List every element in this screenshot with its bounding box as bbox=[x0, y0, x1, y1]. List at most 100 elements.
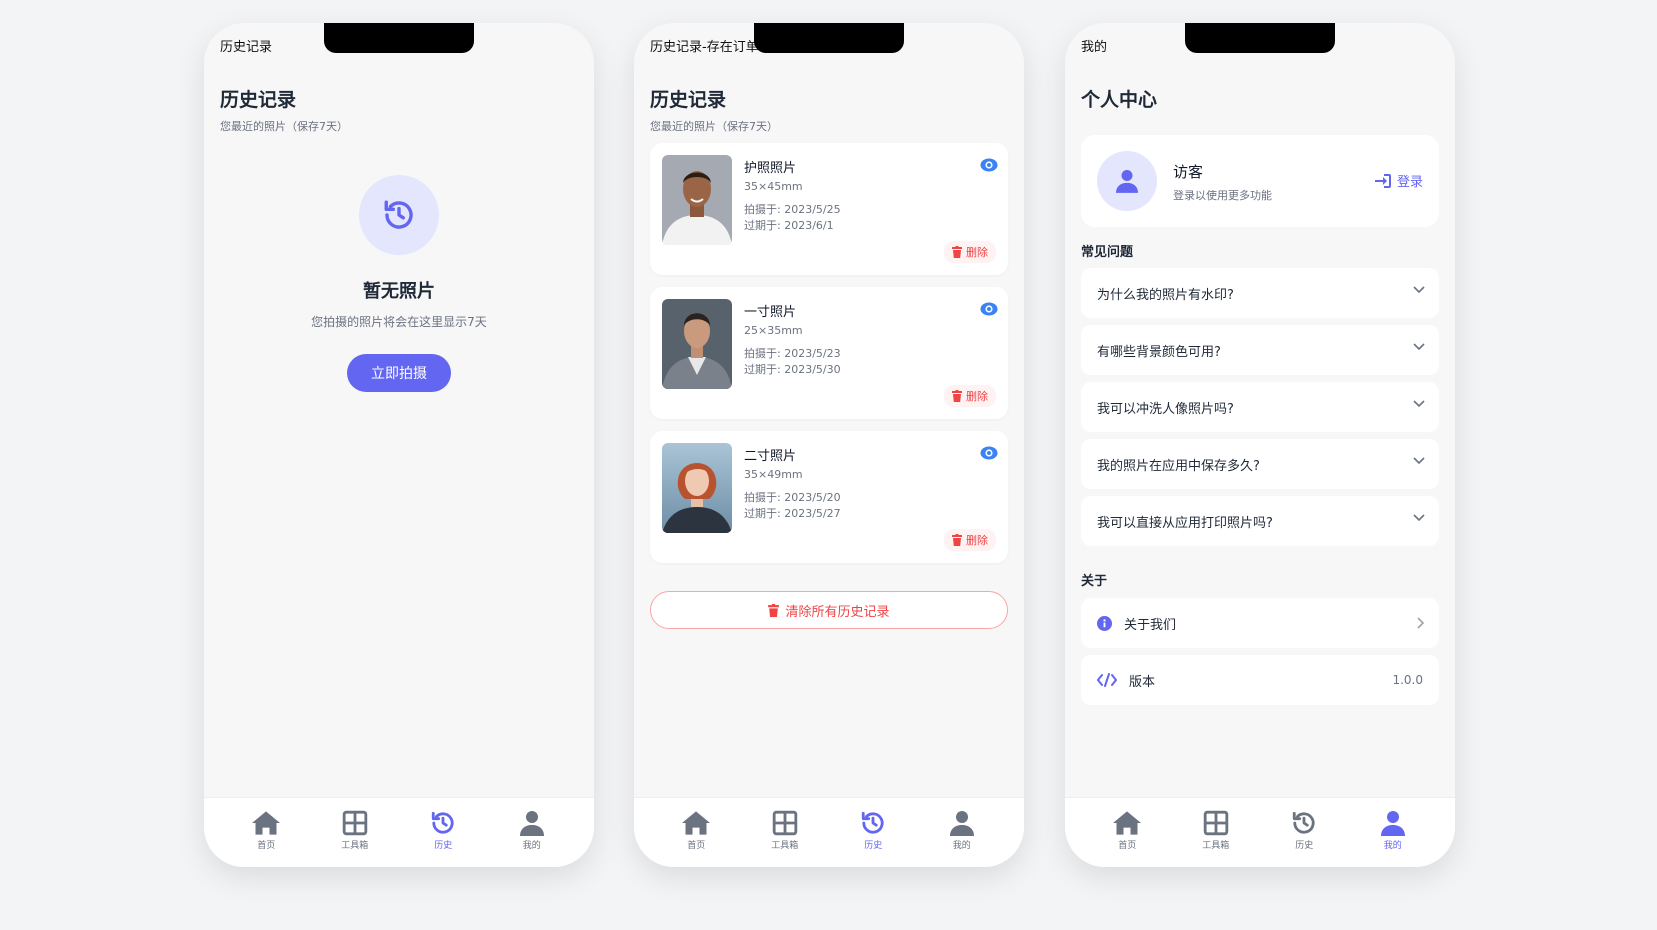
home-icon bbox=[682, 811, 711, 835]
grid-icon bbox=[1203, 810, 1228, 836]
chevron-down-icon bbox=[1413, 286, 1425, 294]
tab-bar: 首页 工具箱 历史 我的 bbox=[204, 797, 594, 867]
notch bbox=[1185, 23, 1335, 53]
photo-thumbnail[interactable] bbox=[662, 443, 732, 533]
photo-info: 二寸照片 35×49mm 拍摄于: 2023/5/20 过期于: 2023/5/… bbox=[744, 445, 841, 521]
tab-profile[interactable]: 我的 bbox=[932, 810, 992, 867]
page-title: 历史记录 bbox=[220, 89, 297, 111]
version-value: 1.0.0 bbox=[1392, 673, 1423, 687]
tab-label: 首页 bbox=[1118, 841, 1137, 851]
faq-item[interactable]: 我可以直接从应用打印照片吗? bbox=[1081, 496, 1439, 546]
photo-thumbnail[interactable] bbox=[662, 155, 732, 245]
history-icon bbox=[432, 811, 454, 834]
delete-label: 删除 bbox=[966, 390, 988, 403]
tab-label: 我的 bbox=[1383, 841, 1402, 851]
history-icon bbox=[1293, 811, 1315, 834]
taken-date: 拍摄于: 2023/5/20 bbox=[744, 491, 841, 504]
status-title: 历史记录-存在订单 bbox=[650, 40, 759, 55]
tab-history[interactable]: 历史 bbox=[843, 810, 903, 867]
tab-label: 我的 bbox=[952, 841, 971, 851]
phone-profile: 我的 个人中心 访客 登录以使用更多功能 登录 常见问题 为什么我的照片有水印?… bbox=[1065, 23, 1455, 867]
faq-question: 我可以冲洗人像照片吗? bbox=[1097, 401, 1234, 417]
grid-icon bbox=[342, 810, 367, 836]
trash-icon bbox=[952, 390, 962, 402]
trash-icon bbox=[768, 603, 780, 617]
trash-icon bbox=[952, 534, 962, 546]
profile-card: 访客 登录以使用更多功能 登录 bbox=[1081, 135, 1439, 227]
chevron-down-icon bbox=[1413, 457, 1425, 465]
about-us-item[interactable]: 关于我们 bbox=[1081, 598, 1439, 648]
tab-history[interactable]: 历史 bbox=[413, 810, 473, 867]
tab-label: 首页 bbox=[257, 841, 276, 851]
tab-toolbox[interactable]: 工具箱 bbox=[755, 810, 815, 867]
about-section-title: 关于 bbox=[1081, 574, 1108, 589]
history-icon bbox=[359, 175, 439, 255]
tab-label: 首页 bbox=[687, 841, 706, 851]
history-icon bbox=[862, 811, 884, 834]
delete-label: 删除 bbox=[966, 534, 988, 547]
tab-toolbox[interactable]: 工具箱 bbox=[1186, 810, 1246, 867]
history-card[interactable]: 一寸照片 25×35mm 拍摄于: 2023/5/23 过期于: 2023/5/… bbox=[650, 287, 1008, 419]
take-photo-button[interactable]: 立即拍摄 bbox=[347, 354, 451, 392]
status-title: 我的 bbox=[1081, 40, 1108, 55]
tab-home[interactable]: 首页 bbox=[236, 810, 296, 867]
tab-profile[interactable]: 我的 bbox=[502, 810, 562, 867]
notch bbox=[754, 23, 904, 53]
status-title: 历史记录 bbox=[220, 40, 273, 55]
version-label: 版本 bbox=[1129, 674, 1156, 690]
home-icon bbox=[252, 811, 281, 835]
eye-icon[interactable] bbox=[980, 445, 998, 464]
taken-date: 拍摄于: 2023/5/25 bbox=[744, 203, 841, 216]
tab-label: 历史 bbox=[1295, 841, 1314, 851]
taken-date: 拍摄于: 2023/5/23 bbox=[744, 347, 841, 360]
user-icon bbox=[949, 811, 974, 836]
page-subtitle: 您最近的照片（保存7天） bbox=[650, 120, 778, 133]
phone-history-empty: 历史记录 历史记录 您最近的照片（保存7天） 暂无照片 您拍摄的照片将会在这里显… bbox=[204, 23, 594, 867]
page-header: 历史记录 您最近的照片（保存7天） bbox=[220, 85, 348, 134]
tab-home[interactable]: 首页 bbox=[1097, 810, 1157, 867]
history-card[interactable]: 二寸照片 35×49mm 拍摄于: 2023/5/20 过期于: 2023/5/… bbox=[650, 431, 1008, 563]
clear-history-button[interactable]: 清除所有历史记录 bbox=[650, 591, 1008, 629]
empty-description: 您拍摄的照片将会在这里显示7天 bbox=[311, 315, 487, 329]
page-header: 历史记录 您最近的照片（保存7天） bbox=[650, 85, 778, 134]
eye-icon[interactable] bbox=[980, 157, 998, 176]
faq-item[interactable]: 有哪些背景颜色可用? bbox=[1081, 325, 1439, 375]
home-icon bbox=[1113, 811, 1142, 835]
expiry-date: 过期于: 2023/5/30 bbox=[744, 363, 841, 376]
code-icon bbox=[1097, 673, 1117, 687]
delete-button[interactable]: 删除 bbox=[944, 241, 996, 263]
eye-icon[interactable] bbox=[980, 301, 998, 320]
empty-state: 暂无照片 您拍摄的照片将会在这里显示7天 立即拍摄 bbox=[204, 175, 594, 392]
faq-item[interactable]: 为什么我的照片有水印? bbox=[1081, 268, 1439, 318]
tab-label: 工具箱 bbox=[341, 841, 369, 851]
tab-profile[interactable]: 我的 bbox=[1363, 810, 1423, 867]
photo-thumbnail[interactable] bbox=[662, 299, 732, 389]
chevron-down-icon bbox=[1413, 343, 1425, 351]
photo-info: 一寸照片 25×35mm 拍摄于: 2023/5/23 过期于: 2023/5/… bbox=[744, 301, 841, 377]
clear-history-label: 清除所有历史记录 bbox=[785, 604, 890, 620]
faq-item[interactable]: 我的照片在应用中保存多久? bbox=[1081, 439, 1439, 489]
chevron-down-icon bbox=[1413, 514, 1425, 522]
faq-question: 为什么我的照片有水印? bbox=[1097, 287, 1234, 303]
history-card[interactable]: 护照照片 35×45mm 拍摄于: 2023/5/25 过期于: 2023/6/… bbox=[650, 143, 1008, 275]
empty-title: 暂无照片 bbox=[363, 281, 435, 302]
user-icon bbox=[519, 811, 544, 836]
tab-bar: 首页 工具箱 历史 我的 bbox=[1065, 797, 1455, 867]
photo-name: 护照照片 bbox=[744, 161, 797, 176]
avatar bbox=[1097, 151, 1157, 211]
tab-home[interactable]: 首页 bbox=[666, 810, 726, 867]
sign-in-icon bbox=[1374, 173, 1391, 188]
page-title: 个人中心 bbox=[1081, 89, 1158, 111]
version-item: 版本 1.0.0 bbox=[1081, 655, 1439, 705]
user-subtitle: 登录以使用更多功能 bbox=[1173, 189, 1272, 202]
login-button[interactable]: 登录 bbox=[1374, 171, 1423, 190]
tab-toolbox[interactable]: 工具箱 bbox=[325, 810, 385, 867]
faq-item[interactable]: 我可以冲洗人像照片吗? bbox=[1081, 382, 1439, 432]
faq-question: 有哪些背景颜色可用? bbox=[1097, 344, 1221, 360]
photo-name: 二寸照片 bbox=[744, 449, 797, 464]
delete-button[interactable]: 删除 bbox=[944, 529, 996, 551]
user-icon bbox=[1380, 811, 1405, 836]
expiry-date: 过期于: 2023/5/27 bbox=[744, 507, 841, 520]
delete-button[interactable]: 删除 bbox=[944, 385, 996, 407]
tab-history[interactable]: 历史 bbox=[1274, 810, 1334, 867]
